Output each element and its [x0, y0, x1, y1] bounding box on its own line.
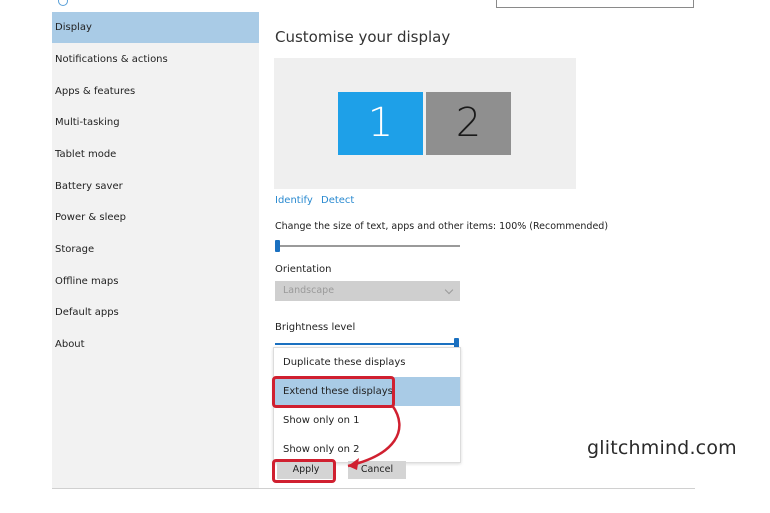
option-show-only-1[interactable]: Show only on 1	[274, 406, 460, 435]
detect-link[interactable]: Detect	[321, 195, 354, 206]
settings-sidebar: Display Notifications & actions Apps & f…	[52, 12, 259, 488]
sidebar-item-about[interactable]: About	[52, 329, 259, 360]
page-title: Customise your display	[275, 28, 451, 46]
apply-highlight-box	[272, 459, 336, 483]
identify-link[interactable]: Identify	[275, 195, 313, 206]
sidebar-item-apps[interactable]: Apps & features	[52, 76, 259, 107]
scale-label: Change the size of text, apps and other …	[275, 221, 609, 232]
scale-slider-thumb[interactable]	[275, 240, 280, 252]
sidebar-item-multitasking[interactable]: Multi-tasking	[52, 107, 259, 138]
sidebar-item-display[interactable]: Display	[52, 12, 259, 43]
option-duplicate[interactable]: Duplicate these displays	[274, 348, 460, 377]
orientation-select[interactable]: Landscape	[275, 281, 460, 301]
chevron-down-icon	[444, 281, 454, 301]
sidebar-item-default-apps[interactable]: Default apps	[52, 297, 259, 328]
brightness-slider-track[interactable]	[275, 343, 458, 345]
sidebar-item-battery-saver[interactable]: Battery saver	[52, 171, 259, 202]
sidebar-item-offline-maps[interactable]: Offline maps	[52, 266, 259, 297]
sidebar-item-notifications[interactable]: Notifications & actions	[52, 44, 259, 75]
display-arrangement-preview: 1 2	[274, 58, 576, 189]
brightness-label: Brightness level	[275, 322, 356, 333]
scale-slider-track[interactable]	[277, 245, 460, 247]
display-settings-panel: Customise your display 1 2 Identify Dete…	[259, 12, 695, 488]
orientation-value: Landscape	[283, 285, 335, 296]
orientation-label: Orientation	[275, 264, 332, 275]
sidebar-item-power-sleep[interactable]: Power & sleep	[52, 202, 259, 233]
cancel-button[interactable]: Cancel	[348, 461, 406, 479]
sidebar-item-tablet-mode[interactable]: Tablet mode	[52, 139, 259, 170]
sidebar-item-storage[interactable]: Storage	[52, 234, 259, 265]
search-box[interactable]	[496, 0, 694, 8]
bottom-divider	[52, 488, 695, 489]
watermark: glitchmind.com	[587, 437, 737, 459]
monitor-2[interactable]: 2	[426, 92, 511, 155]
extend-highlight-box	[272, 376, 395, 408]
monitor-1[interactable]: 1	[338, 92, 423, 155]
